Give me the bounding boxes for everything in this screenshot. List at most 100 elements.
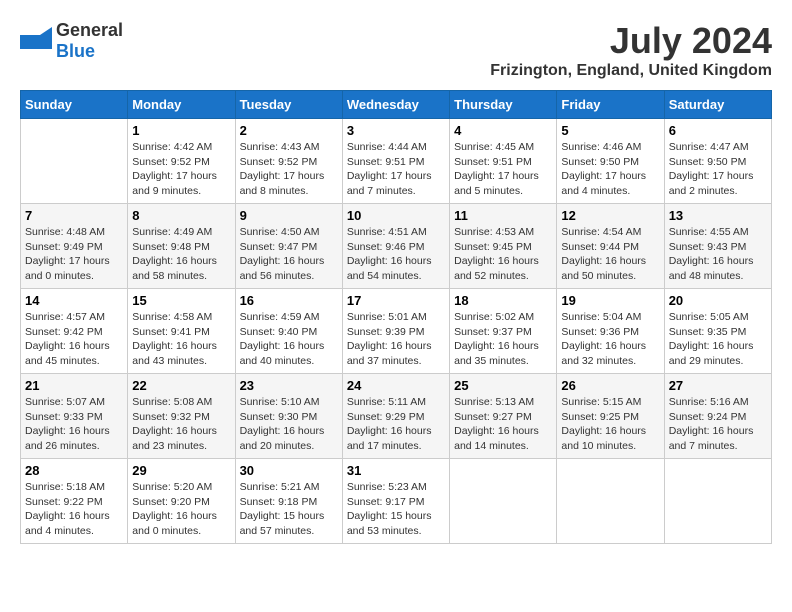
day-number: 26 <box>561 378 659 393</box>
calendar-cell: 26 Sunrise: 5:15 AMSunset: 9:25 PMDayligh… <box>557 374 664 459</box>
day-number: 19 <box>561 293 659 308</box>
day-info: Sunrise: 4:49 AMSunset: 9:48 PMDaylight:… <box>132 225 230 284</box>
day-number: 7 <box>25 208 123 223</box>
calendar-cell: 31Sunrise: 5:23 AMSunset: 9:17 PMDayligh… <box>342 459 449 544</box>
header-day-friday: Friday <box>557 91 664 119</box>
calendar-cell: 15 Sunrise: 4:58 AMSunset: 9:41 PMDayligh… <box>128 289 235 374</box>
calendar-cell: 1 Sunrise: 4:42 AMSunset: 9:52 PMDaylight… <box>128 119 235 204</box>
calendar-cell: 16 Sunrise: 4:59 AMSunset: 9:40 PMDayligh… <box>235 289 342 374</box>
calendar-cell: 20 Sunrise: 5:05 AMSunset: 9:35 PMDayligh… <box>664 289 771 374</box>
calendar-week-row: 7 Sunrise: 4:48 AMSunset: 9:49 PMDaylight… <box>21 204 772 289</box>
day-info: Sunrise: 4:54 AMSunset: 9:44 PMDaylight:… <box>561 225 659 284</box>
day-number: 13 <box>669 208 767 223</box>
day-number: 30 <box>240 463 338 478</box>
header: General Blue July 2024 Frizington, Engla… <box>20 20 772 80</box>
day-info: Sunrise: 5:02 AMSunset: 9:37 PMDaylight:… <box>454 310 552 369</box>
calendar-week-row: 28 Sunrise: 5:18 AMSunset: 9:22 PMDayligh… <box>21 459 772 544</box>
calendar-cell <box>664 459 771 544</box>
calendar-cell: 18 Sunrise: 5:02 AMSunset: 9:37 PMDayligh… <box>450 289 557 374</box>
calendar-cell: 6Sunrise: 4:47 AMSunset: 9:50 PMDaylight… <box>664 119 771 204</box>
day-info: Sunrise: 5:10 AMSunset: 9:30 PMDaylight:… <box>240 395 338 454</box>
calendar-cell: 22 Sunrise: 5:08 AMSunset: 9:32 PMDayligh… <box>128 374 235 459</box>
day-number: 27 <box>669 378 767 393</box>
day-info: Sunrise: 4:43 AMSunset: 9:52 PMDaylight:… <box>240 140 338 199</box>
day-info: Sunrise: 5:23 AMSunset: 9:17 PMDaylight:… <box>347 480 445 539</box>
calendar-cell: 30Sunrise: 5:21 AMSunset: 9:18 PMDayligh… <box>235 459 342 544</box>
day-info: Sunrise: 5:16 AMSunset: 9:24 PMDaylight:… <box>669 395 767 454</box>
month-title: July 2024 <box>490 20 772 62</box>
calendar-cell: 11 Sunrise: 4:53 AMSunset: 9:45 PMDayligh… <box>450 204 557 289</box>
calendar-cell: 19 Sunrise: 5:04 AMSunset: 9:36 PMDayligh… <box>557 289 664 374</box>
day-info: Sunrise: 5:07 AMSunset: 9:33 PMDaylight:… <box>25 395 123 454</box>
calendar-cell: 29 Sunrise: 5:20 AMSunset: 9:20 PMDayligh… <box>128 459 235 544</box>
day-number: 18 <box>454 293 552 308</box>
header-day-monday: Monday <box>128 91 235 119</box>
day-number: 29 <box>132 463 230 478</box>
day-number: 28 <box>25 463 123 478</box>
logo-icon <box>20 27 52 55</box>
day-number: 23 <box>240 378 338 393</box>
calendar-week-row: 14 Sunrise: 4:57 AMSunset: 9:42 PMDayligh… <box>21 289 772 374</box>
day-number: 22 <box>132 378 230 393</box>
day-info: Sunrise: 4:42 AMSunset: 9:52 PMDaylight:… <box>132 140 230 199</box>
day-info: Sunrise: 4:48 AMSunset: 9:49 PMDaylight:… <box>25 225 123 284</box>
day-number: 16 <box>240 293 338 308</box>
calendar-cell: 23 Sunrise: 5:10 AMSunset: 9:30 PMDayligh… <box>235 374 342 459</box>
day-number: 17 <box>347 293 445 308</box>
day-number: 20 <box>669 293 767 308</box>
day-number: 5 <box>561 123 659 138</box>
day-number: 14 <box>25 293 123 308</box>
day-number: 12 <box>561 208 659 223</box>
day-info: Sunrise: 5:11 AMSunset: 9:29 PMDaylight:… <box>347 395 445 454</box>
calendar-cell: 17 Sunrise: 5:01 AMSunset: 9:39 PMDayligh… <box>342 289 449 374</box>
title-area: July 2024 Frizington, England, United Ki… <box>490 20 772 80</box>
calendar-cell: 28 Sunrise: 5:18 AMSunset: 9:22 PMDayligh… <box>21 459 128 544</box>
calendar-cell: 10 Sunrise: 4:51 AMSunset: 9:46 PMDayligh… <box>342 204 449 289</box>
day-info: Sunrise: 5:18 AMSunset: 9:22 PMDaylight:… <box>25 480 123 539</box>
day-info: Sunrise: 4:58 AMSunset: 9:41 PMDaylight:… <box>132 310 230 369</box>
calendar-cell <box>450 459 557 544</box>
day-info: Sunrise: 4:53 AMSunset: 9:45 PMDaylight:… <box>454 225 552 284</box>
calendar-cell: 21 Sunrise: 5:07 AMSunset: 9:33 PMDayligh… <box>21 374 128 459</box>
day-number: 25 <box>454 378 552 393</box>
calendar-cell: 5Sunrise: 4:46 AMSunset: 9:50 PMDaylight… <box>557 119 664 204</box>
logo-blue-text: Blue <box>56 41 95 61</box>
calendar-week-row: 1 Sunrise: 4:42 AMSunset: 9:52 PMDaylight… <box>21 119 772 204</box>
day-number: 11 <box>454 208 552 223</box>
day-info: Sunrise: 4:50 AMSunset: 9:47 PMDaylight:… <box>240 225 338 284</box>
calendar-cell <box>557 459 664 544</box>
calendar-cell: 24 Sunrise: 5:11 AMSunset: 9:29 PMDayligh… <box>342 374 449 459</box>
calendar-cell: 9Sunrise: 4:50 AMSunset: 9:47 PMDaylight… <box>235 204 342 289</box>
day-info: Sunrise: 5:05 AMSunset: 9:35 PMDaylight:… <box>669 310 767 369</box>
calendar-cell: 8 Sunrise: 4:49 AMSunset: 9:48 PMDaylight… <box>128 204 235 289</box>
logo-general-text: General <box>56 20 123 40</box>
calendar-cell: 7 Sunrise: 4:48 AMSunset: 9:49 PMDaylight… <box>21 204 128 289</box>
day-number: 21 <box>25 378 123 393</box>
day-info: Sunrise: 5:15 AMSunset: 9:25 PMDaylight:… <box>561 395 659 454</box>
day-number: 1 <box>132 123 230 138</box>
day-info: Sunrise: 4:51 AMSunset: 9:46 PMDaylight:… <box>347 225 445 284</box>
day-info: Sunrise: 5:20 AMSunset: 9:20 PMDaylight:… <box>132 480 230 539</box>
day-info: Sunrise: 5:08 AMSunset: 9:32 PMDaylight:… <box>132 395 230 454</box>
day-info: Sunrise: 4:44 AMSunset: 9:51 PMDaylight:… <box>347 140 445 199</box>
day-number: 24 <box>347 378 445 393</box>
calendar-table: SundayMondayTuesdayWednesdayThursdayFrid… <box>20 90 772 544</box>
calendar-cell: 12 Sunrise: 4:54 AMSunset: 9:44 PMDayligh… <box>557 204 664 289</box>
calendar-cell: 4Sunrise: 4:45 AMSunset: 9:51 PMDaylight… <box>450 119 557 204</box>
calendar-cell: 3Sunrise: 4:44 AMSunset: 9:51 PMDaylight… <box>342 119 449 204</box>
header-day-sunday: Sunday <box>21 91 128 119</box>
day-info: Sunrise: 4:59 AMSunset: 9:40 PMDaylight:… <box>240 310 338 369</box>
day-number: 8 <box>132 208 230 223</box>
location-title: Frizington, England, United Kingdom <box>490 62 772 80</box>
day-info: Sunrise: 4:57 AMSunset: 9:42 PMDaylight:… <box>25 310 123 369</box>
calendar-cell: 27 Sunrise: 5:16 AMSunset: 9:24 PMDayligh… <box>664 374 771 459</box>
day-number: 15 <box>132 293 230 308</box>
header-day-saturday: Saturday <box>664 91 771 119</box>
header-day-wednesday: Wednesday <box>342 91 449 119</box>
day-info: Sunrise: 5:01 AMSunset: 9:39 PMDaylight:… <box>347 310 445 369</box>
day-number: 10 <box>347 208 445 223</box>
calendar-week-row: 21 Sunrise: 5:07 AMSunset: 9:33 PMDayligh… <box>21 374 772 459</box>
logo: General Blue <box>20 20 123 62</box>
day-info: Sunrise: 4:47 AMSunset: 9:50 PMDaylight:… <box>669 140 767 199</box>
day-info: Sunrise: 5:04 AMSunset: 9:36 PMDaylight:… <box>561 310 659 369</box>
